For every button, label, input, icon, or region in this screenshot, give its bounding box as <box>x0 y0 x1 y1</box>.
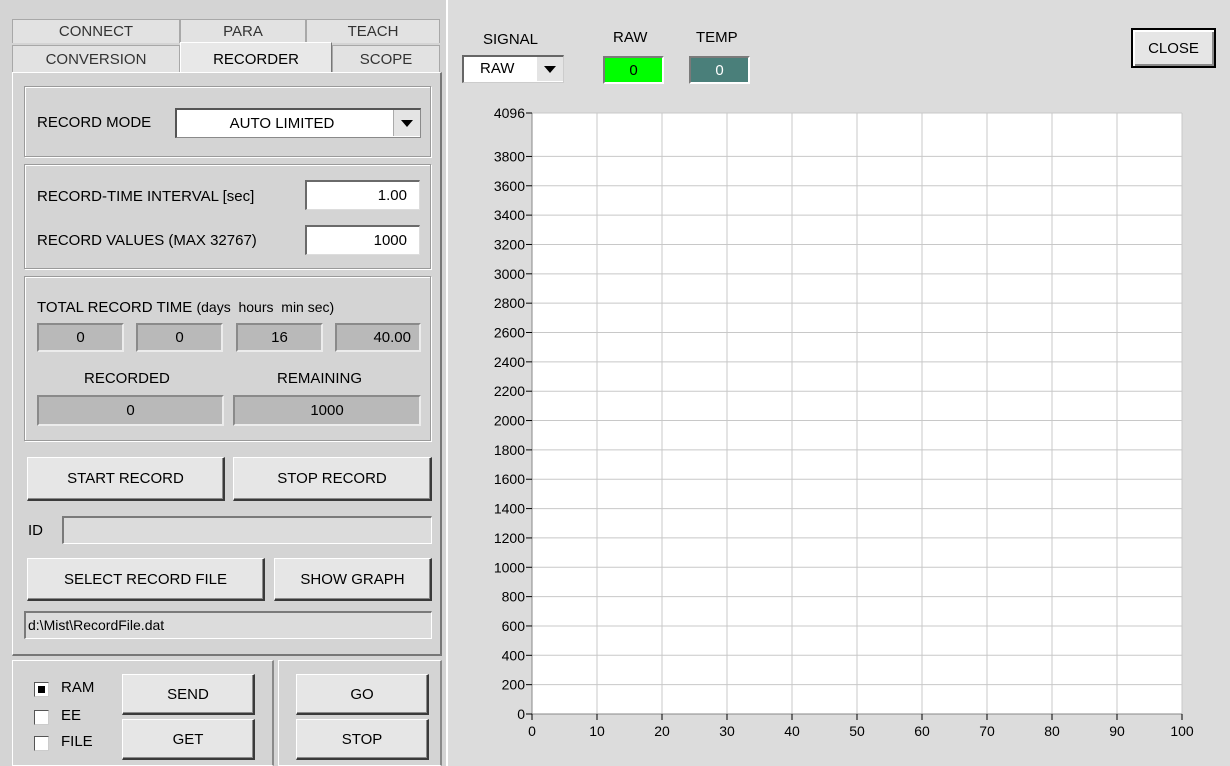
x-tick-label: 80 <box>1044 723 1060 739</box>
y-tick-label: 3800 <box>494 148 525 164</box>
file-path-field: d:\Mist\RecordFile.dat <box>24 611 432 639</box>
recorded-label: RECORDED <box>84 370 170 387</box>
y-tick-label: 1400 <box>494 501 525 517</box>
x-tick-label: 0 <box>528 723 536 739</box>
recorder-chart: 0200400600800100012001400160018002000220… <box>494 105 1194 739</box>
y-tick-label: 800 <box>502 589 526 605</box>
get-button[interactable]: GET <box>122 719 255 760</box>
x-tick-label: 30 <box>719 723 735 739</box>
raw-label: RAW <box>613 29 648 46</box>
signal-dropdown[interactable]: RAW <box>462 55 564 83</box>
hours-readout: 0 <box>136 323 223 352</box>
ee-label: EE <box>61 707 82 724</box>
start-record-button[interactable]: START RECORD <box>27 457 225 501</box>
signal-dropdown-button[interactable] <box>537 57 563 81</box>
seconds-readout: 40.00 <box>335 323 421 352</box>
x-tick-label: 90 <box>1109 723 1125 739</box>
tab-connect[interactable]: CONNECT <box>12 19 180 43</box>
days-readout: 0 <box>37 323 124 352</box>
y-tick-label: 400 <box>502 647 526 663</box>
chevron-down-icon <box>544 65 556 73</box>
stop-record-button[interactable]: STOP RECORD <box>233 457 432 501</box>
minutes-readout: 16 <box>236 323 323 352</box>
ram-checkbox[interactable] <box>34 682 49 697</box>
recorded-readout: 0 <box>37 395 224 426</box>
x-tick-label: 40 <box>784 723 800 739</box>
x-tick-label: 10 <box>589 723 605 739</box>
y-tick-label: 2600 <box>494 325 525 341</box>
tab-recorder[interactable]: RECORDER <box>180 42 332 75</box>
show-graph-button[interactable]: SHOW GRAPH <box>274 558 432 601</box>
record-values-input[interactable]: 1000 <box>305 225 420 255</box>
x-tick-label: 70 <box>979 723 995 739</box>
y-tick-label: 200 <box>502 677 526 693</box>
id-field <box>62 516 432 544</box>
x-tick-label: 50 <box>849 723 865 739</box>
go-button[interactable]: GO <box>296 674 429 715</box>
y-tick-label: 3000 <box>494 266 525 282</box>
y-tick-label: 2800 <box>494 295 525 311</box>
chevron-down-icon <box>401 119 413 127</box>
remaining-label: REMAINING <box>277 370 363 387</box>
signal-value: RAW <box>480 60 515 77</box>
temp-label: TEMP <box>696 29 738 46</box>
y-tick-label: 3400 <box>494 207 525 223</box>
raw-indicator: 0 <box>603 56 664 84</box>
y-tick-label: 1200 <box>494 530 525 546</box>
ram-label: RAM <box>61 679 95 696</box>
tab-para[interactable]: PARA <box>180 19 306 43</box>
x-tick-label: 60 <box>914 723 930 739</box>
tab-teach[interactable]: TEACH <box>306 19 440 43</box>
y-tick-label: 0 <box>517 706 525 722</box>
remaining-readout: 1000 <box>233 395 421 426</box>
y-tick-label: 1600 <box>494 471 525 487</box>
record-mode-label: RECORD MODE <box>37 114 152 131</box>
record-mode-value: AUTO LIMITED <box>229 115 335 132</box>
y-tick-label: 3200 <box>494 236 525 252</box>
y-tick-label: 1000 <box>494 559 525 575</box>
tab-conversion[interactable]: CONVERSION <box>12 45 180 72</box>
interval-label: RECORD-TIME INTERVAL [sec] <box>37 188 255 205</box>
record-values-label: RECORD VALUES (MAX 32767) <box>37 232 257 249</box>
interval-input[interactable]: 1.00 <box>305 180 420 210</box>
file-label: FILE <box>61 733 93 750</box>
stop-button[interactable]: STOP <box>296 719 429 760</box>
record-mode-dropdown[interactable]: AUTO LIMITED <box>175 108 421 138</box>
total-time-label: TOTAL RECORD TIME (days hours min sec) <box>37 299 335 316</box>
record-mode-dropdown-button[interactable] <box>393 110 420 136</box>
x-tick-label: 20 <box>654 723 670 739</box>
tab-scope[interactable]: SCOPE <box>332 45 440 72</box>
y-tick-label: 2000 <box>494 413 525 429</box>
y-tick-label: 600 <box>502 618 526 634</box>
x-tick-label: 100 <box>1170 723 1194 739</box>
y-tick-label: 2200 <box>494 383 525 399</box>
id-label: ID <box>28 522 43 539</box>
y-tick-label: 4096 <box>494 105 525 121</box>
y-tick-label: 3600 <box>494 178 525 194</box>
signal-label: SIGNAL <box>483 31 539 48</box>
send-button[interactable]: SEND <box>122 674 255 715</box>
select-record-file-button[interactable]: SELECT RECORD FILE <box>27 558 265 601</box>
ee-checkbox[interactable] <box>34 710 49 725</box>
file-checkbox[interactable] <box>34 736 49 751</box>
close-button[interactable]: CLOSE <box>1131 28 1216 68</box>
temp-indicator: 0 <box>689 56 750 84</box>
y-tick-label: 1800 <box>494 442 525 458</box>
y-tick-label: 2400 <box>494 354 525 370</box>
